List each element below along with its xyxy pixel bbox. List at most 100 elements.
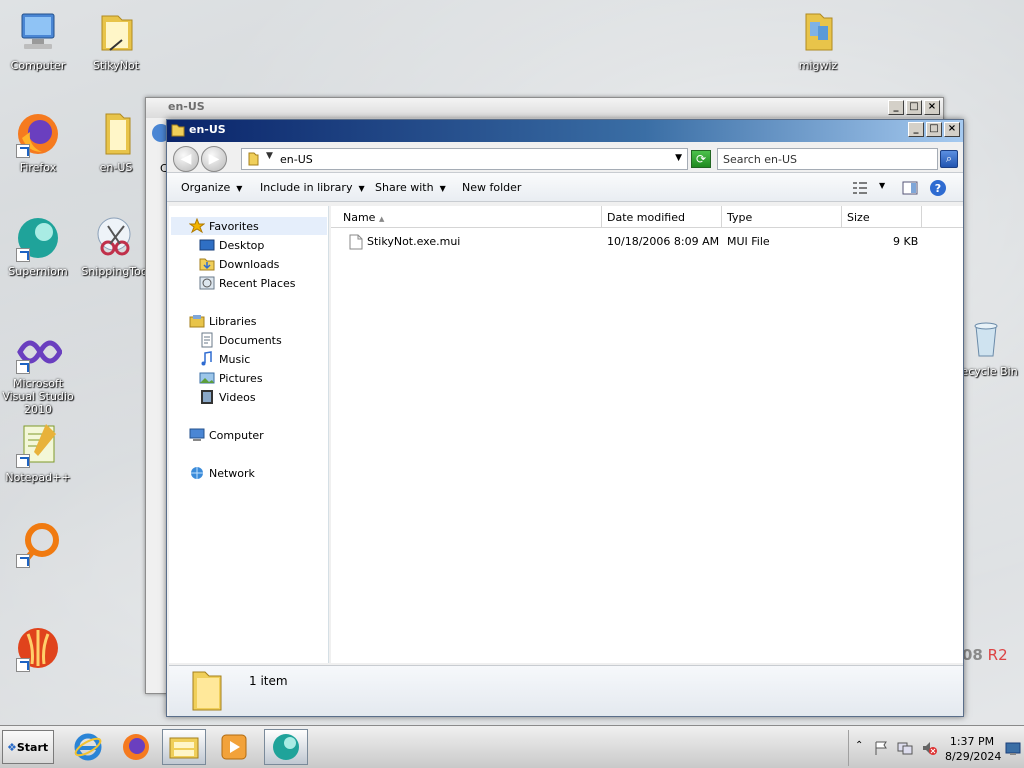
nav-item-pictures[interactable]: Pictures xyxy=(199,369,263,387)
desktop-icon-migwiz[interactable]: migwiz xyxy=(778,8,858,72)
chevron-down-icon[interactable]: ▼ xyxy=(879,181,885,190)
desktop-icon-en-us[interactable]: en-US xyxy=(76,110,156,174)
command-bar: Organize ▼ Include in library ▼ Share with… xyxy=(167,172,963,202)
nav-item-favorites[interactable]: Favorites xyxy=(171,217,327,235)
new-folder-button[interactable]: New folder xyxy=(462,181,521,194)
organize-button[interactable]: Organize ▼ xyxy=(181,181,242,194)
desktop-icon-app-red[interactable] xyxy=(0,624,78,675)
minimize-button[interactable]: _ xyxy=(888,100,904,115)
desktop-icon-snipping-tool[interactable]: SnippingTool xyxy=(76,214,156,278)
details-pane: 1 item xyxy=(169,665,963,716)
nav-item-desktop[interactable]: Desktop xyxy=(199,236,264,254)
folder-icon xyxy=(169,737,199,759)
desktop-icon-label: Microsoft Visual Studio 2010 xyxy=(2,377,74,416)
explorer-body: Favorites Desktop Downloads Recent Place… xyxy=(169,206,963,663)
computer-icon xyxy=(14,8,62,56)
action-center-flag-icon[interactable] xyxy=(873,740,889,756)
table-row[interactable]: StikyNot.exe.mui 10/18/2006 8:09 AM MUI … xyxy=(331,232,963,252)
superniom-icon xyxy=(273,734,299,760)
column-header-name[interactable]: Name ▲ xyxy=(339,206,602,228)
close-button[interactable]: × xyxy=(944,122,960,137)
nav-item-libraries[interactable]: Libraries xyxy=(189,312,257,330)
nav-item-downloads[interactable]: Downloads xyxy=(199,255,279,273)
taskbar-media-player[interactable] xyxy=(212,729,256,765)
nav-item-music[interactable]: Music xyxy=(199,350,250,368)
maximize-button[interactable]: □ xyxy=(906,100,922,115)
shortcut-arrow-icon xyxy=(16,360,30,374)
desktop-icon-superniom[interactable]: Superniom xyxy=(0,214,78,278)
desktop-icon-app-orange[interactable] xyxy=(0,520,78,571)
nav-item-recent-places[interactable]: Recent Places xyxy=(199,274,296,292)
explorer-window[interactable]: en-US _ □ × ◀ ▶ ▼ en-US ▼ ⟳ Search en-US… xyxy=(166,119,964,717)
folder-icon xyxy=(192,671,222,711)
desktop-icon-stikynot[interactable]: StikyNot xyxy=(76,8,156,72)
folder-icon xyxy=(171,124,185,137)
share-with-button[interactable]: Share with ▼ xyxy=(375,181,446,194)
navigation-pane[interactable]: Favorites Desktop Downloads Recent Place… xyxy=(169,206,329,663)
taskbar-windows-explorer[interactable] xyxy=(162,729,206,765)
scissors-icon xyxy=(92,214,140,262)
minimize-button[interactable]: _ xyxy=(908,122,924,137)
desktop-icon-label: en-US xyxy=(99,161,133,174)
nav-item-network[interactable]: Network xyxy=(189,464,255,482)
back-button[interactable]: ◀ xyxy=(173,146,199,172)
preview-pane-icon[interactable] xyxy=(901,179,919,197)
windows-logo-icon: ❖ xyxy=(7,741,17,754)
address-bar: ◀ ▶ ▼ en-US ▼ ⟳ Search en-US ⌕ xyxy=(167,142,963,172)
forward-button[interactable]: ▶ xyxy=(201,146,227,172)
desktop-icon-computer[interactable]: Computer xyxy=(0,8,78,72)
taskbar-internet-explorer[interactable] xyxy=(66,729,110,765)
volume-muted-icon[interactable] xyxy=(921,740,937,756)
search-input[interactable]: Search en-US xyxy=(717,148,938,170)
column-header-size[interactable]: Size xyxy=(843,206,922,228)
clock[interactable]: 1:37 PM 8/29/2024 xyxy=(945,734,1001,764)
chevron-down-icon: ▼ xyxy=(439,184,446,193)
desktop-icon-firefox[interactable]: Firefox xyxy=(0,110,78,174)
chevron-down-icon[interactable]: ▼ xyxy=(266,151,273,161)
window-titlebar[interactable]: en-US _ □ × xyxy=(167,120,963,142)
firefox-icon xyxy=(123,734,149,760)
desktop-icon-notepad-plus-plus[interactable]: Notepad++ xyxy=(0,420,78,484)
file-list[interactable]: Name ▲ Date modified Type Size StikyNot.… xyxy=(331,206,963,663)
pictures-icon xyxy=(199,370,215,386)
desktop-icon-label: Superniom xyxy=(8,265,68,278)
shortcut-arrow-icon xyxy=(16,454,30,468)
show-hidden-icons-button[interactable]: ⌃ xyxy=(855,740,863,751)
network-status-icon[interactable] xyxy=(897,740,913,756)
show-desktop-icon[interactable] xyxy=(1005,742,1021,756)
superniom-icon xyxy=(14,214,62,262)
search-icon[interactable]: ⌕ xyxy=(940,150,958,168)
address-field[interactable]: ▼ en-US ▼ xyxy=(241,148,688,170)
libraries-icon xyxy=(189,313,205,329)
nav-item-documents[interactable]: Documents xyxy=(199,331,282,349)
firefox-icon xyxy=(14,110,62,158)
folder-icon xyxy=(92,110,140,158)
file-icon xyxy=(349,234,363,250)
orange-ring-icon xyxy=(14,520,62,568)
taskbar-firefox[interactable] xyxy=(114,729,158,765)
file-type: MUI File xyxy=(727,235,770,248)
refresh-button[interactable]: ⟳ xyxy=(691,150,711,168)
start-button[interactable]: ❖Start xyxy=(2,730,54,764)
desktop-icon-visual-studio[interactable]: Microsoft Visual Studio 2010 xyxy=(0,326,78,416)
nav-item-computer[interactable]: Computer xyxy=(189,426,264,444)
address-history-dropdown[interactable]: ▼ xyxy=(675,153,682,163)
help-icon[interactable]: ? xyxy=(929,179,947,197)
include-in-library-button[interactable]: Include in library ▼ xyxy=(260,181,365,194)
address-path[interactable]: en-US xyxy=(280,153,313,166)
maximize-button[interactable]: □ xyxy=(926,122,942,137)
computer-icon xyxy=(189,427,205,443)
folder-icon xyxy=(248,152,259,166)
item-count: 1 item xyxy=(249,674,288,688)
view-options-icon[interactable] xyxy=(851,179,869,197)
column-header-date-modified[interactable]: Date modified xyxy=(603,206,722,228)
nav-item-videos[interactable]: Videos xyxy=(199,388,256,406)
taskbar: ❖Start ⌃ 1:37 PM 8/29/2024 xyxy=(0,725,1024,768)
window-title[interactable]: en-US _ □ × xyxy=(146,98,943,118)
close-button[interactable]: × xyxy=(924,100,940,115)
column-header-type[interactable]: Type xyxy=(723,206,842,228)
shortcut-arrow-icon xyxy=(16,144,30,158)
window-title: en-US xyxy=(189,123,226,136)
taskbar-superniom[interactable] xyxy=(264,729,308,765)
media-player-icon xyxy=(221,734,247,760)
